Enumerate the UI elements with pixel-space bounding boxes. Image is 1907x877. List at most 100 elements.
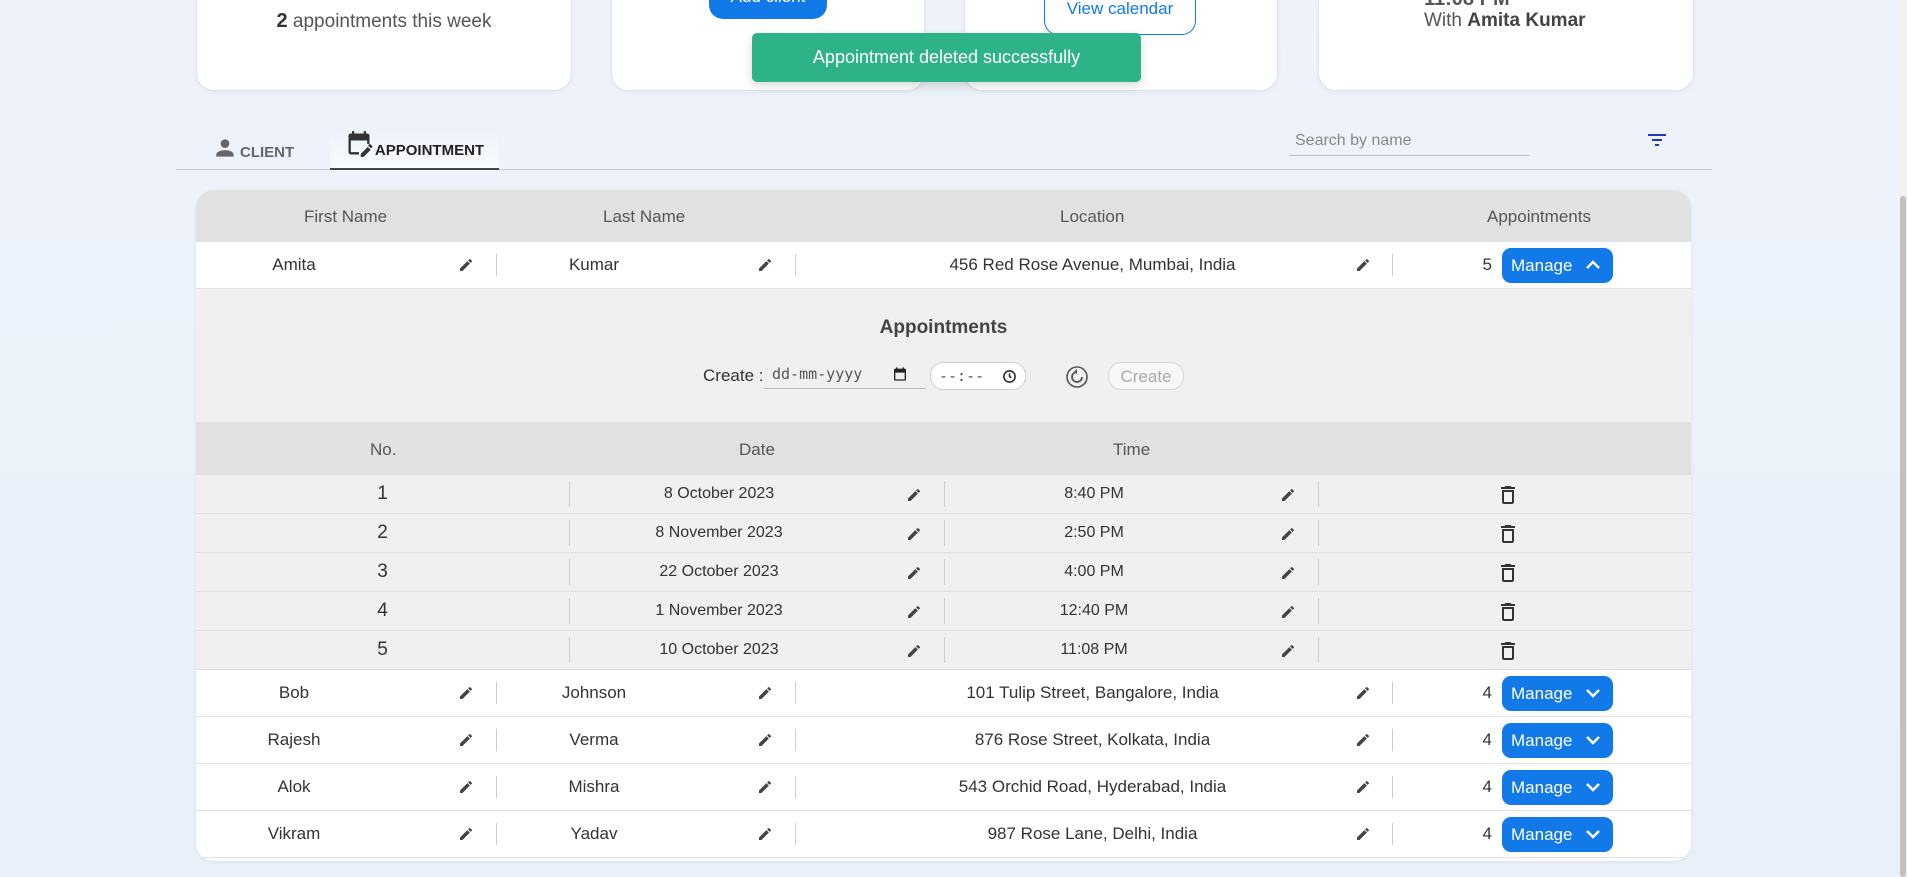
edit-pencil-icon[interactable] xyxy=(906,604,922,620)
cell-location[interactable]: 987 Rose Lane, Delhi, India xyxy=(795,811,1390,857)
cell-first-name[interactable]: Vikram xyxy=(196,811,392,857)
with-name: Amita Kumar xyxy=(1467,10,1586,31)
edit-pencil-icon[interactable] xyxy=(757,826,773,842)
cell-last-name[interactable]: Kumar xyxy=(496,242,692,288)
edit-pencil-icon[interactable] xyxy=(1280,565,1296,581)
appointment-number: 5 xyxy=(377,639,388,660)
reset-icon[interactable] xyxy=(1065,365,1089,389)
tab-appointment[interactable]: APPOINTMENT xyxy=(330,128,499,170)
time-placeholder: --:-- xyxy=(939,367,985,385)
appointment-date[interactable]: 8 October 2023 xyxy=(569,475,869,513)
chevron-down-icon xyxy=(1586,783,1600,792)
manage-button[interactable]: Manage xyxy=(1502,676,1613,711)
appointment-row: 1 8 October 2023 8:40 PM xyxy=(196,475,1691,514)
appointment-date[interactable]: 22 October 2023 xyxy=(569,553,869,591)
cell-appointment-count: 4 xyxy=(1482,683,1492,702)
edit-pencil-icon[interactable] xyxy=(757,779,773,795)
cell-first-name[interactable]: Bob xyxy=(196,670,392,716)
scrollbar[interactable] xyxy=(1899,0,1907,877)
time-input[interactable]: --:-- xyxy=(930,362,1026,390)
appointment-date[interactable]: 8 November 2023 xyxy=(569,514,869,552)
edit-pencil-icon[interactable] xyxy=(1280,526,1296,542)
subheader-time: Time xyxy=(1113,440,1151,459)
cell-location[interactable]: 543 Orchid Road, Hyderabad, India xyxy=(795,764,1390,810)
chevron-down-icon xyxy=(1586,736,1600,745)
manage-label: Manage xyxy=(1511,684,1573,703)
edit-pencil-icon[interactable] xyxy=(1355,779,1371,795)
cell-last-name[interactable]: Verma xyxy=(496,717,692,763)
table-row: Alok Mishra 543 Orchid Road, Hyderabad, … xyxy=(196,764,1691,811)
appointment-date[interactable]: 1 November 2023 xyxy=(569,592,869,630)
edit-pencil-icon[interactable] xyxy=(458,685,474,701)
edit-pencil-icon[interactable] xyxy=(1355,257,1371,273)
trash-icon[interactable] xyxy=(1496,599,1520,625)
edit-pencil-icon[interactable] xyxy=(906,565,922,581)
edit-pencil-icon[interactable] xyxy=(458,257,474,273)
manage-button[interactable]: Manage xyxy=(1502,723,1613,758)
edit-pencil-icon[interactable] xyxy=(1355,732,1371,748)
scrollbar-thumb[interactable] xyxy=(1900,196,1906,877)
manage-button[interactable]: Manage xyxy=(1502,817,1613,852)
manage-button[interactable]: Manage xyxy=(1502,248,1613,283)
edit-pencil-icon[interactable] xyxy=(906,487,922,503)
edit-pencil-icon[interactable] xyxy=(458,779,474,795)
clock-icon[interactable] xyxy=(1002,369,1017,384)
date-input[interactable]: dd-mm-yyyy xyxy=(764,359,926,389)
trash-icon[interactable] xyxy=(1496,521,1520,547)
appointment-row: 2 8 November 2023 2:50 PM xyxy=(196,514,1691,553)
cell-appointment-count: 4 xyxy=(1482,730,1492,749)
appointment-time[interactable]: 8:40 PM xyxy=(944,475,1244,513)
trash-icon[interactable] xyxy=(1496,560,1520,586)
edit-pencil-icon[interactable] xyxy=(1280,604,1296,620)
appointment-time[interactable]: 2:50 PM xyxy=(944,514,1244,552)
edit-pencil-icon[interactable] xyxy=(906,526,922,542)
column-divider xyxy=(1318,520,1319,546)
edit-pencil-icon[interactable] xyxy=(1280,487,1296,503)
search-input[interactable] xyxy=(1289,127,1529,156)
appointment-date[interactable]: 10 October 2023 xyxy=(569,631,869,669)
edit-pencil-icon[interactable] xyxy=(757,257,773,273)
manage-label: Manage xyxy=(1511,256,1573,275)
table-row: Rajesh Verma 876 Rose Street, Kolkata, I… xyxy=(196,717,1691,764)
cell-location[interactable]: 101 Tulip Street, Bangalore, India xyxy=(795,670,1390,716)
calendar-icon[interactable] xyxy=(892,366,908,382)
view-calendar-button[interactable]: View calendar xyxy=(1044,0,1196,35)
cell-location[interactable]: 876 Rose Street, Kolkata, India xyxy=(795,717,1390,763)
cell-last-name[interactable]: Yadav xyxy=(496,811,692,857)
create-appointment-button[interactable]: Create xyxy=(1108,362,1184,390)
edit-pencil-icon[interactable] xyxy=(906,643,922,659)
cell-last-name[interactable]: Mishra xyxy=(496,764,692,810)
cell-first-name[interactable]: Amita xyxy=(196,242,392,288)
appointment-time[interactable]: 12:40 PM xyxy=(944,592,1244,630)
table-row: Bob Johnson 101 Tulip Street, Bangalore,… xyxy=(196,670,1691,717)
appointment-time[interactable]: 4:00 PM xyxy=(944,553,1244,591)
appointments-panel: Appointments Create : dd-mm-yyyy --:-- C… xyxy=(196,289,1691,423)
table-header: First Name Last Name Location Appointmen… xyxy=(196,190,1691,242)
next-appointment-card: 11:08 PM With Amita Kumar xyxy=(1318,0,1694,91)
trash-icon[interactable] xyxy=(1496,638,1520,664)
add-client-button[interactable]: Add client xyxy=(709,0,827,19)
edit-pencil-icon[interactable] xyxy=(458,732,474,748)
tab-client[interactable]: CLIENT xyxy=(212,128,302,170)
cell-first-name[interactable]: Alok xyxy=(196,764,392,810)
edit-pencil-icon[interactable] xyxy=(757,732,773,748)
filter-icon[interactable] xyxy=(1644,128,1670,152)
edit-pencil-icon[interactable] xyxy=(458,826,474,842)
date-placeholder: dd-mm-yyyy xyxy=(772,365,863,383)
cell-location[interactable]: 456 Red Rose Avenue, Mumbai, India xyxy=(795,242,1390,288)
weekly-summary-text: 2 appointments this week xyxy=(197,10,571,33)
edit-pencil-icon[interactable] xyxy=(757,685,773,701)
weekly-summary-card: 2 appointments this week xyxy=(196,0,572,91)
manage-button[interactable]: Manage xyxy=(1502,770,1613,805)
edit-pencil-icon[interactable] xyxy=(1355,826,1371,842)
appointment-time[interactable]: 11:08 PM xyxy=(944,631,1244,669)
table-row: Amita Kumar 456 Red Rose Avenue, Mumbai,… xyxy=(196,242,1691,289)
edit-pencil-icon[interactable] xyxy=(1280,643,1296,659)
toast-notification: Appointment deleted successfully xyxy=(752,33,1141,82)
cell-first-name[interactable]: Rajesh xyxy=(196,717,392,763)
trash-icon[interactable] xyxy=(1496,482,1520,508)
manage-label: Manage xyxy=(1511,731,1573,750)
edit-pencil-icon[interactable] xyxy=(1355,685,1371,701)
header-appointments: Appointments xyxy=(1487,207,1591,226)
cell-last-name[interactable]: Johnson xyxy=(496,670,692,716)
